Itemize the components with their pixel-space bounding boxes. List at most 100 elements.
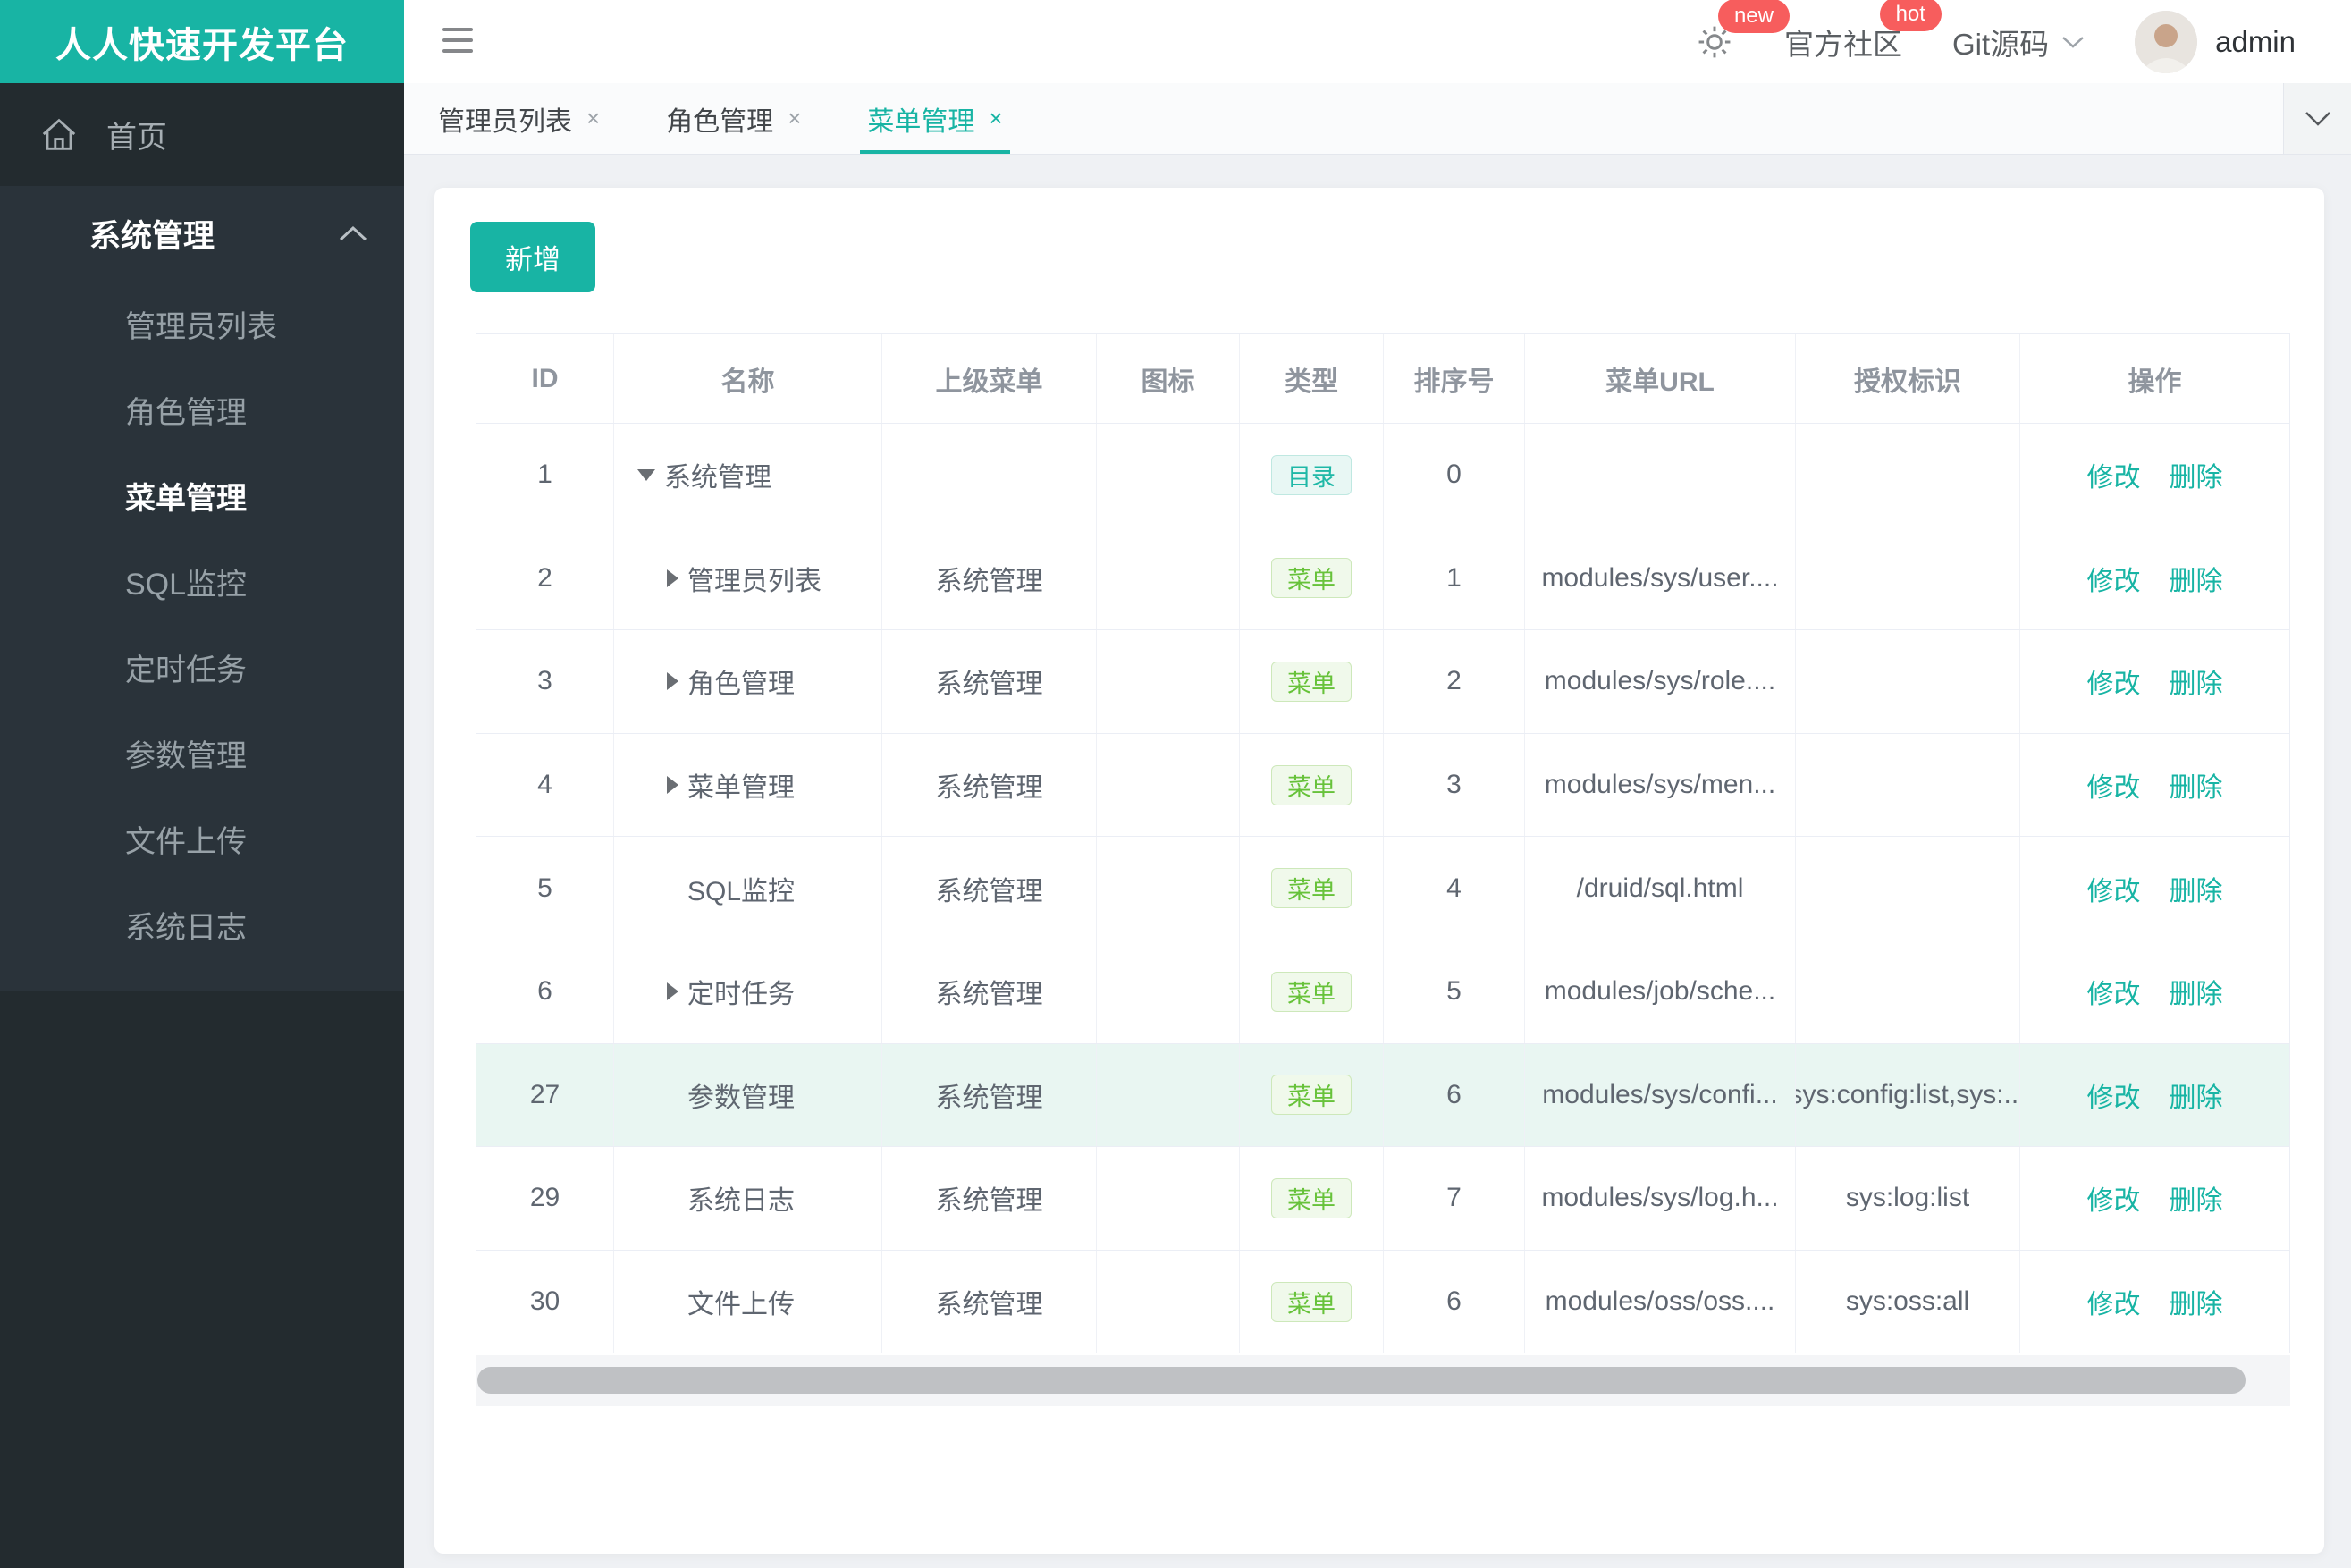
edit-link[interactable]: 修改 <box>2087 559 2141 598</box>
username: admin <box>2215 24 2296 58</box>
avatar <box>2135 10 2198 73</box>
sidebar: 人人快速开发平台 首页 系统管理 管理员列表 角色管理 菜单管理 SQL监控 定时任务参… <box>0 0 404 1568</box>
delete-link[interactable]: 删除 <box>2170 559 2223 598</box>
expand-arrow-icon[interactable] <box>667 569 678 587</box>
edit-link[interactable]: 修改 <box>2087 455 2141 494</box>
add-button[interactable]: 新增 <box>470 222 595 292</box>
sidebar-item[interactable]: 定时任务 <box>0 624 404 710</box>
column-header: 菜单URL <box>1525 334 1796 423</box>
delete-link[interactable]: 删除 <box>2170 869 2223 908</box>
column-header: ID <box>476 334 614 423</box>
sidebar-item[interactable]: 参数管理 <box>0 710 404 796</box>
sidebar-item[interactable]: 菜单管理 <box>0 452 404 538</box>
chevron-down-icon <box>2062 36 2084 48</box>
table-row: 5 SQL监控 系统管理 菜单 4 /druid/sql.html 修改 删除 <box>476 837 2289 940</box>
cell-id: 27 <box>476 1043 614 1147</box>
column-header: 操作 <box>2128 367 2182 397</box>
type-tag: 菜单 <box>1271 1075 1352 1116</box>
column-header: 类型 <box>1240 334 1384 423</box>
collapse-arrow-icon[interactable] <box>637 468 655 481</box>
horizontal-scrollbar-thumb[interactable] <box>477 1367 2246 1394</box>
sidebar-item[interactable]: 角色管理 <box>0 367 404 452</box>
delete-link[interactable]: 删除 <box>2170 1282 2223 1321</box>
table-row: 27 参数管理 系统管理 菜单 6 modules/sys/confi... s… <box>476 1043 2289 1148</box>
cell-permission <box>1796 733 2020 837</box>
sidebar-item[interactable]: 管理员列表 <box>0 281 404 367</box>
settings-button[interactable]: new <box>1695 0 1790 62</box>
table-row: 6 定时任务 系统管理 菜单 5 modules/job/sche... 修改删… <box>476 940 2289 1044</box>
delete-link[interactable]: 删除 <box>2170 455 2223 494</box>
cell-parent-menu: 系统管理 <box>882 1147 1097 1250</box>
type-tag: 菜单 <box>1271 558 1352 599</box>
git-source-dropdown[interactable]: Git源码 <box>1952 21 2085 63</box>
tab-label: 管理员列表 <box>438 106 572 137</box>
tabs: 管理员列表 × 角色管理 × 菜单管理 × <box>431 83 1062 154</box>
hot-badge: hot <box>1879 0 1942 31</box>
delete-link[interactable]: 删除 <box>2170 1178 2223 1218</box>
menu-name: 定时任务 <box>687 980 795 1010</box>
sidebar-item-home[interactable]: 首页 <box>0 83 404 186</box>
delete-link[interactable]: 删除 <box>2170 972 2223 1011</box>
tab-list-toggle[interactable] <box>2283 83 2351 154</box>
cell-name: 定时任务 <box>614 940 882 1043</box>
delete-link[interactable]: 删除 <box>2170 765 2223 805</box>
sidebar-menu: 管理员列表 角色管理 菜单管理 SQL监控 定时任务 参数管理 文件上传 系统日志 <box>0 281 404 967</box>
cell-actions: 修改 删除 <box>2020 940 2289 1043</box>
header-right-cluster: new 官方社区 hot Git源码 admin <box>1695 0 2296 83</box>
tab-close-icon[interactable]: × <box>788 105 801 132</box>
hamburger-menu-icon[interactable] <box>442 27 473 60</box>
panel-card: 新增 ID 名称 上级菜单 图标 类型 排序号 菜单URL 授权标识 操作 1 系统管理 目录 … <box>434 188 2324 1554</box>
main-area: new 官方社区 hot Git源码 admin 管理员列表 × 角色管理 × … <box>404 0 2351 1568</box>
cell-permission <box>1796 527 2020 630</box>
cell-type: 菜单 <box>1240 630 1384 733</box>
cell-menu-url: modules/oss/oss.... <box>1525 1250 1796 1353</box>
expand-arrow-icon[interactable] <box>667 982 678 1001</box>
sidebar-item[interactable]: SQL监控 <box>0 538 404 624</box>
tab[interactable]: 管理员列表 × <box>431 83 607 154</box>
tab[interactable]: 菜单管理 × <box>860 83 1010 154</box>
user-menu[interactable]: admin <box>2135 10 2296 73</box>
edit-link[interactable]: 修改 <box>2087 1178 2141 1218</box>
cell-icon <box>1097 1043 1240 1147</box>
expand-arrow-icon[interactable] <box>667 672 678 691</box>
column-header: 授权标识 <box>1796 334 2020 423</box>
cell-menu-url <box>1525 424 1796 527</box>
content-area: 新增 ID 名称 上级菜单 图标 类型 排序号 菜单URL 授权标识 操作 1 系统管理 目录 … <box>404 155 2351 1568</box>
cell-actions: 修改 删除 <box>2020 837 2289 940</box>
tab-label: 角色管理 <box>666 106 774 137</box>
tab[interactable]: 角色管理 × <box>659 83 808 154</box>
delete-link[interactable]: 删除 <box>2170 1075 2223 1115</box>
tab-close-icon[interactable]: × <box>586 105 600 132</box>
edit-link[interactable]: 修改 <box>2087 869 2141 908</box>
edit-link[interactable]: 修改 <box>2087 972 2141 1011</box>
edit-link[interactable]: 修改 <box>2087 1282 2141 1321</box>
cell-actions: 修改 删除 <box>2020 630 2289 733</box>
sidebar-item[interactable]: 文件上传 <box>0 796 404 881</box>
community-link[interactable]: 官方社区 hot <box>1784 0 1942 63</box>
cell-sort: 4 <box>1384 837 1525 940</box>
cell-icon <box>1097 527 1240 630</box>
edit-link[interactable]: 修改 <box>2087 662 2141 701</box>
menu-name: 参数管理 <box>687 1083 795 1113</box>
cell-actions: 修改 删除 <box>2020 1147 2289 1250</box>
menu-name: 角色管理 <box>687 670 795 700</box>
sidebar-item[interactable]: 系统日志 <box>0 881 404 967</box>
expand-arrow-icon[interactable] <box>667 776 678 795</box>
table-row: 4 菜单管理 系统管理 菜单 3 modules/sys/men... 修改 删除 <box>476 733 2289 838</box>
table-row: 3 角色管理 系统管理 菜单 2 modules/sys/role.... 修改… <box>476 630 2289 734</box>
cell-parent-menu <box>882 424 1097 527</box>
cell-parent-menu: 系统管理 <box>882 1250 1097 1353</box>
cell-id: 5 <box>476 837 614 940</box>
delete-link[interactable]: 删除 <box>2170 662 2223 701</box>
cell-id: 30 <box>476 1250 614 1353</box>
horizontal-scrollbar-track[interactable] <box>476 1355 2290 1406</box>
edit-link[interactable]: 修改 <box>2087 765 2141 805</box>
edit-link[interactable]: 修改 <box>2087 1075 2141 1115</box>
cell-parent-menu: 系统管理 <box>882 630 1097 733</box>
cell-sort: 2 <box>1384 630 1525 733</box>
cell-sort: 3 <box>1384 733 1525 837</box>
cell-name: SQL监控 <box>614 837 882 940</box>
table-header-row: ID 名称 上级菜单 图标 类型 排序号 菜单URL 授权标识 操作 <box>476 334 2289 424</box>
tab-close-icon[interactable]: × <box>989 105 1002 132</box>
sidebar-section-toggle[interactable]: 系统管理 <box>0 186 404 281</box>
